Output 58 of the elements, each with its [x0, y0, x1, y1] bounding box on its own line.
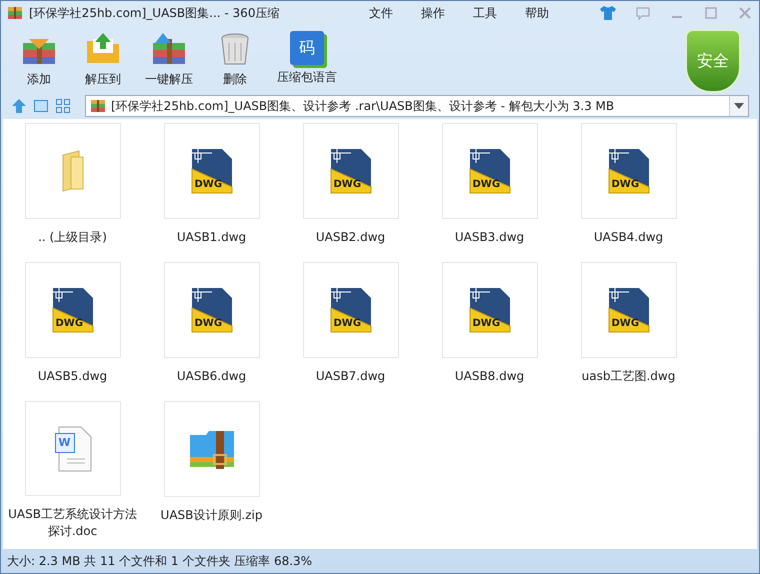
- dwg-file-icon: DWG: [606, 286, 650, 334]
- archive-icon: [90, 98, 106, 114]
- file-tile[interactable]: W: [24, 401, 120, 496]
- file-name: UASB2.dwg: [314, 229, 386, 246]
- file-name: UASB设计原则.zip: [160, 507, 264, 524]
- language-icon: 码: [290, 31, 324, 65]
- toolbar-button[interactable]: 解压到: [75, 29, 131, 90]
- caret-icon: [734, 103, 744, 109]
- file-name: UASB8.dwg: [454, 368, 526, 385]
- file-name: UASB6.dwg: [176, 368, 248, 385]
- toolbar-button[interactable]: 码 压缩包语言: [271, 29, 343, 88]
- toolbar-button[interactable]: 添加: [11, 29, 67, 90]
- dwg-file-icon: DWG: [468, 286, 512, 334]
- menu-item[interactable]: 工具: [469, 4, 501, 22]
- app-icon: [7, 5, 23, 21]
- folder-icon: [62, 150, 84, 192]
- file-tile[interactable]: [24, 123, 120, 219]
- dwg-file-icon: DWG: [328, 147, 372, 195]
- shirt-icon[interactable]: [599, 5, 617, 21]
- toolbar-button[interactable]: 删除: [207, 29, 263, 90]
- file-tile[interactable]: DWG: [580, 262, 676, 358]
- window-title: [环保学社25hb.com]_UASB图集... - 360压缩: [29, 4, 280, 22]
- file-name: UASB工艺系统设计方法探讨.doc: [7, 506, 138, 540]
- file-name: .. (上级目录): [37, 229, 108, 246]
- dwg-file-icon: DWG: [190, 286, 234, 334]
- feedback-icon[interactable]: [635, 5, 651, 21]
- close-icon[interactable]: [737, 5, 753, 21]
- file-tile[interactable]: DWG: [302, 123, 398, 219]
- file-name: UASB4.dwg: [592, 229, 664, 246]
- file-tile[interactable]: DWG: [442, 123, 538, 219]
- menu-item[interactable]: 文件: [365, 4, 397, 22]
- dwg-file-icon: DWG: [190, 147, 234, 195]
- file-name: UASB3.dwg: [454, 229, 526, 246]
- file-tile[interactable]: DWG: [164, 262, 260, 358]
- file-tile[interactable]: DWG: [442, 262, 538, 358]
- toolbar-button[interactable]: 一键解压: [139, 29, 199, 90]
- dwg-file-icon: DWG: [468, 147, 512, 195]
- file-tile[interactable]: DWG: [580, 123, 676, 219]
- file-tile[interactable]: DWG: [164, 123, 260, 219]
- file-name: UASB7.dwg: [314, 368, 386, 385]
- file-name: UASB5.dwg: [36, 368, 108, 385]
- menu-item[interactable]: 帮助: [521, 4, 553, 22]
- file-tile[interactable]: [164, 401, 260, 497]
- path-field[interactable]: [环保学社25hb.com]_UASB图集、设计参考 .rar\UASB图集、设计参考 - 解包大小为 3.3 MB: [85, 95, 749, 117]
- menu-item[interactable]: 操作: [417, 4, 449, 22]
- file-name: UASB1.dwg: [176, 229, 248, 246]
- file-name: uasb工艺图.dwg: [580, 368, 676, 385]
- dropdown-button[interactable]: [729, 96, 748, 116]
- dwg-file-icon: DWG: [50, 286, 94, 334]
- dwg-file-icon: DWG: [328, 286, 372, 334]
- file-tile[interactable]: DWG: [302, 262, 398, 358]
- file-tile[interactable]: DWG: [24, 262, 120, 358]
- grid-view-icon[interactable]: [55, 98, 71, 114]
- up-arrow-icon[interactable]: [11, 98, 27, 114]
- status-text: 大小: 2.3 MB 共 11 个文件和 1 个文件夹 压缩率 68.3%: [7, 552, 312, 570]
- large-icons-view-icon[interactable]: [33, 98, 49, 114]
- maximize-icon[interactable]: [703, 5, 719, 21]
- dwg-file-icon: DWG: [606, 147, 650, 195]
